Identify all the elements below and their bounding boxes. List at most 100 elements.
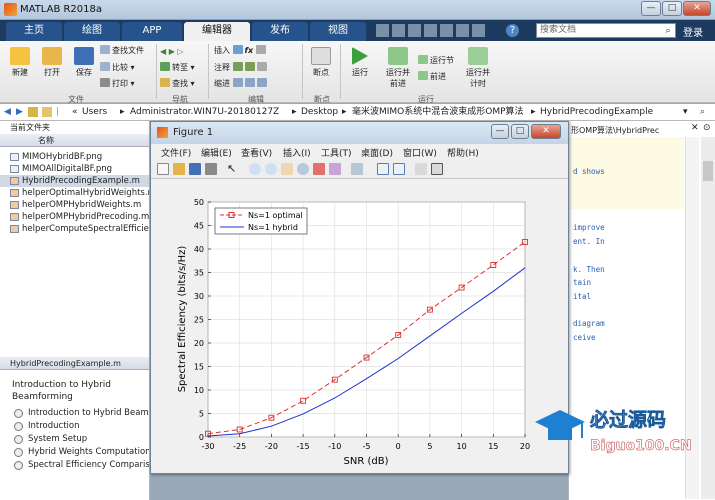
file-item[interactable]: MIMOAllDigitalBF.png: [0, 163, 149, 175]
goto-button[interactable]: 转至 ▾: [160, 62, 195, 73]
find-button[interactable]: 查找 ▾: [160, 78, 195, 89]
menu-tools[interactable]: 工具(T): [321, 146, 352, 159]
tab-apps[interactable]: APP: [122, 22, 182, 41]
path-segment[interactable]: «: [72, 104, 78, 120]
menu-insert[interactable]: 插入(I): [283, 146, 311, 159]
print-button[interactable]: 打印 ▾: [100, 78, 135, 89]
save-button[interactable]: 保存: [70, 47, 98, 78]
menu-help[interactable]: 帮助(H): [447, 146, 479, 159]
run-and-advance-button[interactable]: 运行并 前进: [382, 47, 414, 89]
tab-plots[interactable]: 绘图: [64, 22, 120, 41]
path-segment[interactable]: Desktop: [301, 104, 338, 120]
indent-button[interactable]: 缩进: [214, 78, 269, 89]
separator-icon: |: [56, 107, 60, 117]
legend-icon[interactable]: [393, 163, 405, 175]
menu-view[interactable]: 查看(V): [241, 146, 272, 159]
details-list-item[interactable]: Introduction: [0, 420, 149, 433]
find-files-button[interactable]: 查找文件: [100, 45, 144, 56]
search-icon[interactable]: ⌕: [663, 25, 673, 36]
paste-quick-icon[interactable]: [424, 24, 437, 37]
pointer-icon[interactable]: ↖: [227, 163, 239, 175]
show-plot-tools-icon[interactable]: [431, 163, 443, 175]
details-list-item[interactable]: System Setup: [0, 433, 149, 446]
tab-home[interactable]: 主页: [6, 22, 62, 41]
legend[interactable]: Ns=1 optimal Ns=1 hybrid: [214, 207, 308, 235]
save-figure-icon[interactable]: [189, 163, 201, 175]
run-and-time-button[interactable]: 运行并 计时: [462, 47, 494, 89]
figure-close-button[interactable]: ✕: [531, 124, 561, 139]
path-search-icon[interactable]: ⌕: [700, 104, 705, 120]
path-segment[interactable]: Users: [82, 104, 107, 120]
file-item[interactable]: helperOMPHybridWeights.m: [0, 199, 149, 211]
file-item[interactable]: helperOptimalHybridWeights.m: [0, 187, 149, 199]
link-plot-icon[interactable]: [351, 163, 363, 175]
print-figure-icon[interactable]: [205, 163, 217, 175]
search-input[interactable]: 搜索文档: [536, 23, 676, 38]
close-button[interactable]: ✕: [683, 1, 711, 16]
path-segment[interactable]: HybridPrecodingExample: [540, 104, 653, 120]
new-button[interactable]: 新建: [6, 47, 34, 78]
redo-quick-icon[interactable]: [456, 24, 469, 37]
rotate-3d-icon[interactable]: [297, 163, 309, 175]
compare-button[interactable]: 比较 ▾: [100, 62, 135, 73]
editor-menu-icon[interactable]: ⊙: [703, 123, 711, 133]
tab-view[interactable]: 视图: [310, 22, 366, 41]
path-segment[interactable]: 毫米波MIMO系统中混合波束成形OMP算法: [352, 104, 524, 120]
tab-editor[interactable]: 编辑器: [184, 22, 250, 41]
path-dropdown-icon[interactable]: ▾: [683, 104, 688, 120]
undo-quick-icon[interactable]: [440, 24, 453, 37]
tab-publish[interactable]: 发布: [252, 22, 308, 41]
x-axis-label: SNR (dB): [344, 456, 389, 467]
chart[interactable]: 0 5 10 15 20 25 30 35 40 45 50 -30 -25 -20 -15 -10 -5 0 5…: [151, 179, 568, 473]
menu-edit[interactable]: 编辑(E): [201, 146, 232, 159]
browse-folder-icon[interactable]: [42, 107, 52, 117]
new-figure-icon[interactable]: [157, 163, 169, 175]
scrollbar-thumb[interactable]: [703, 161, 713, 181]
details-list-item[interactable]: Introduction to Hybrid Beamforming: [0, 407, 149, 420]
minimize-button[interactable]: —: [641, 1, 661, 16]
path-segment[interactable]: Administrator.WIN7U-20180127Z: [130, 104, 279, 120]
file-item[interactable]: MIMOHybridBF.png: [0, 151, 149, 163]
x-tick-label: 20: [520, 442, 530, 451]
y-tick-label: 25: [194, 316, 204, 325]
details-list-item[interactable]: Hybrid Weights Computation: [0, 446, 149, 459]
file-item-selected[interactable]: HybridPrecodingExample.m: [0, 175, 149, 187]
run-section-button[interactable]: 运行节: [418, 55, 454, 66]
advance-button[interactable]: 前进: [418, 71, 446, 82]
hide-plot-tools-icon[interactable]: [415, 163, 427, 175]
cut-quick-icon[interactable]: [392, 24, 405, 37]
data-cursor-icon[interactable]: [313, 163, 325, 175]
run-button[interactable]: 运行: [346, 47, 374, 78]
menu-desktop[interactable]: 桌面(D): [361, 146, 393, 159]
save-quick-icon[interactable]: [376, 24, 389, 37]
open-file-icon[interactable]: [173, 163, 185, 175]
help-icon[interactable]: ?: [506, 24, 519, 37]
copy-quick-icon[interactable]: [408, 24, 421, 37]
comment-button[interactable]: 注释: [214, 62, 269, 73]
back-forward-buttons[interactable]: ◀ ▶ ▷: [160, 47, 184, 56]
switch-windows-icon[interactable]: [472, 24, 485, 37]
editor-close-icon[interactable]: ✕: [691, 123, 699, 133]
menu-window[interactable]: 窗口(W): [403, 146, 437, 159]
login-button[interactable]: 登录: [683, 24, 703, 39]
pan-icon[interactable]: [281, 163, 293, 175]
insert-button[interactable]: 插入 fx: [214, 45, 268, 56]
colorbar-icon[interactable]: [377, 163, 389, 175]
open-button[interactable]: 打开: [38, 47, 66, 78]
zoom-out-icon[interactable]: [265, 163, 277, 175]
breakpoints-button[interactable]: 断点: [306, 47, 336, 78]
address-bar[interactable]: ◀ ▶ | « Users ▸ Administrator.WIN7U-2018…: [0, 104, 715, 121]
file-item[interactable]: helperComputeSpectralEfficiency.m: [0, 223, 149, 235]
file-item[interactable]: helperOMPHybridPrecoding.m: [0, 211, 149, 223]
menu-file[interactable]: 文件(F): [161, 146, 191, 159]
details-list-item[interactable]: Spectral Efficiency Comparison: [0, 459, 149, 472]
up-folder-icon[interactable]: [28, 107, 38, 117]
brush-icon[interactable]: [329, 163, 341, 175]
forward-icon[interactable]: ▶: [16, 104, 23, 120]
name-column-header[interactable]: 名称: [0, 134, 149, 147]
zoom-in-icon[interactable]: [249, 163, 261, 175]
figure-maximize-button[interactable]: □: [511, 124, 529, 139]
back-icon[interactable]: ◀: [4, 104, 11, 120]
figure-minimize-button[interactable]: —: [491, 124, 509, 139]
maximize-button[interactable]: □: [662, 1, 682, 16]
